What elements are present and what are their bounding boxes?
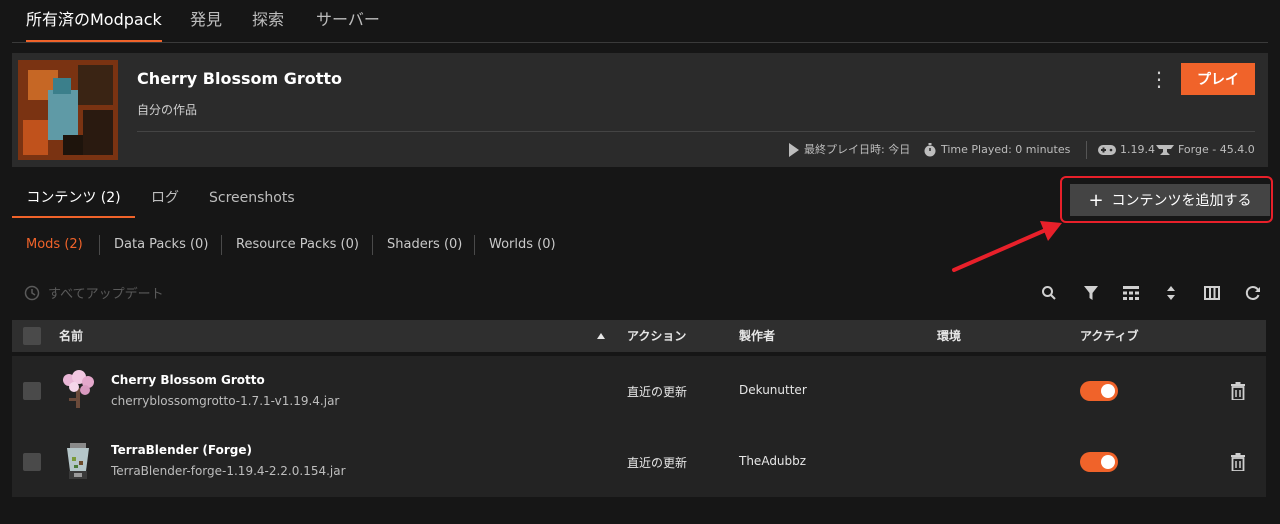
table-header: 名前 アクション 製作者 環境 アクティブ [12, 320, 1266, 352]
sort-icon[interactable] [1162, 284, 1180, 302]
mod-name[interactable]: TerraBlender (Forge) [111, 443, 252, 457]
mod-file: cherryblossomgrotto-1.7.1-v1.19.4.jar [111, 394, 340, 408]
mods-table: Cherry Blossom Grotto cherryblossomgrott… [12, 356, 1266, 497]
tab-owned-modpacks[interactable]: 所有済のModpack [26, 0, 162, 42]
active-toggle[interactable] [1080, 381, 1118, 401]
active-toggle[interactable] [1080, 452, 1118, 472]
column-name[interactable]: 名前 [59, 320, 83, 352]
plus-icon: + [1088, 189, 1104, 211]
pointer-arrow-icon [952, 221, 1062, 272]
tab-servers[interactable]: サーバー [316, 0, 380, 40]
mod-author[interactable]: Dekunutter [739, 383, 807, 397]
time-played: Time Played: 0 minutes [923, 142, 1070, 158]
table-row: Cherry Blossom Grotto cherryblossomgrott… [12, 356, 1266, 426]
add-content-label: コンテンツを追加する [1111, 193, 1252, 209]
trash-icon[interactable] [1230, 382, 1246, 400]
column-action[interactable]: アクション [627, 320, 686, 352]
play-button[interactable]: プレイ [1181, 63, 1255, 95]
refresh-icon[interactable] [1244, 284, 1262, 302]
anvil-icon [1156, 145, 1174, 155]
subtab-shaders[interactable]: Shaders (0) [387, 236, 462, 254]
tab-log[interactable]: ログ [151, 186, 179, 216]
last-played-text: 最終プレイ日時: 今日 [804, 143, 911, 156]
add-content-button[interactable]: + コンテンツを追加する [1070, 184, 1270, 216]
subtab-separator [99, 235, 100, 255]
tab-discover[interactable]: 発見 [190, 0, 222, 40]
subtab-resource-packs[interactable]: Resource Packs (0) [236, 236, 359, 254]
mod-action: 直近の更新 [627, 456, 688, 470]
top-nav: 所有済のModpack 発見 探索 サーバー [12, 0, 1268, 43]
filter-icon[interactable] [1082, 284, 1100, 302]
modpack-subtitle: 自分の作品 [137, 103, 198, 117]
subtab-separator [221, 235, 222, 255]
row-checkbox[interactable] [23, 453, 41, 471]
modpack-thumbnail [18, 60, 118, 160]
modpack-card: Cherry Blossom Grotto 自分の作品 ⋮ プレイ 最終プレイ日… [12, 53, 1268, 167]
subtab-separator [474, 235, 475, 255]
divider [137, 131, 1255, 132]
mod-name[interactable]: Cherry Blossom Grotto [111, 373, 265, 387]
sort-asc-icon[interactable] [597, 333, 605, 339]
stopwatch-icon [924, 143, 936, 157]
tab-screenshots[interactable]: Screenshots [209, 186, 295, 216]
mc-version-text: 1.19.4 [1120, 143, 1155, 156]
update-all-button[interactable]: すべてアップデート [24, 283, 164, 302]
column-environment[interactable]: 環境 [937, 320, 961, 352]
update-all-label: すべてアップデート [48, 287, 164, 302]
last-played: 最終プレイ日時: 今日 [788, 142, 910, 158]
mod-file: TerraBlender-forge-1.19.4-2.2.0.154.jar [111, 464, 346, 478]
mod-action: 直近の更新 [627, 385, 688, 399]
time-played-text: Time Played: 0 minutes [941, 143, 1071, 156]
search-icon[interactable] [1040, 284, 1058, 302]
loader: Forge - 45.4.0 [1156, 142, 1255, 158]
column-author[interactable]: 製作者 [739, 320, 775, 352]
subtab-separator [372, 235, 373, 255]
modpack-title: Cherry Blossom Grotto [137, 69, 343, 88]
clock-icon [24, 285, 40, 300]
trash-icon[interactable] [1230, 453, 1246, 471]
columns-icon[interactable] [1203, 284, 1221, 302]
table-row: TerraBlender (Forge) TerraBlender-forge-… [12, 426, 1266, 496]
cherry-blossom-mod-icon [63, 370, 94, 408]
density-icon[interactable] [1122, 284, 1140, 302]
row-checkbox[interactable] [23, 382, 41, 400]
gamepad-icon [1098, 145, 1116, 155]
subtab-mods[interactable]: Mods (2) [26, 236, 83, 254]
column-active[interactable]: アクティブ [1080, 320, 1139, 352]
loader-text: Forge - 45.4.0 [1178, 143, 1255, 156]
mod-author[interactable]: TheAdubbz [739, 454, 806, 468]
mc-version: 1.19.4 [1098, 142, 1155, 158]
tab-explore[interactable]: 探索 [252, 0, 284, 40]
play-icon [789, 143, 799, 157]
subtab-worlds[interactable]: Worlds (0) [489, 236, 556, 254]
meta-separator [1086, 141, 1087, 159]
select-all-checkbox[interactable] [23, 327, 41, 345]
subtab-data-packs[interactable]: Data Packs (0) [114, 236, 208, 254]
more-options-icon[interactable]: ⋮ [1149, 67, 1169, 91]
terrablender-mod-icon [67, 443, 89, 479]
tab-content[interactable]: コンテンツ (2) [12, 186, 135, 218]
